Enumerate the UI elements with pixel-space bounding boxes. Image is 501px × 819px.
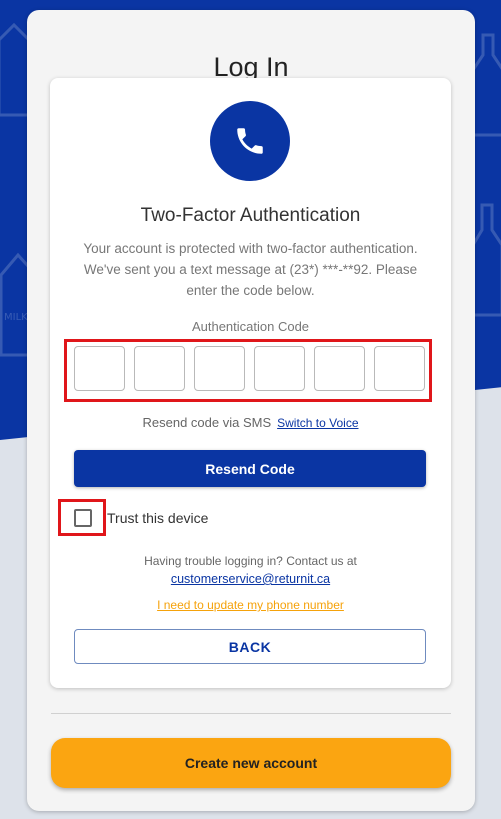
back-button[interactable]: BACK	[74, 629, 426, 664]
code-digit-input-5[interactable]	[314, 346, 365, 391]
resend-code-button[interactable]: Resend Code	[74, 450, 426, 487]
login-card: Log In Two-Factor Authentication Your ac…	[27, 10, 475, 811]
two-factor-title: Two-Factor Authentication	[140, 205, 361, 226]
code-digit-input-1[interactable]	[74, 346, 125, 391]
resend-text: Resend code via SMS	[142, 415, 272, 430]
code-digit-input-6[interactable]	[374, 346, 425, 391]
code-digit-input-3[interactable]	[194, 346, 245, 391]
two-factor-description: Your account is protected with two-facto…	[83, 241, 418, 298]
create-account-button[interactable]: Create new account	[51, 738, 451, 788]
two-factor-panel: Two-Factor Authentication Your account i…	[50, 78, 451, 688]
switch-to-voice-link[interactable]: Switch to Voice	[277, 416, 358, 430]
phone-icon	[210, 101, 290, 181]
trouble-text: Having trouble logging in? Contact us at	[144, 554, 357, 568]
divider	[51, 713, 451, 714]
resend-line: Resend code via SMS Switch to Voice	[50, 415, 451, 430]
authentication-code-label: Authentication Code	[191, 319, 310, 334]
support-email-link[interactable]: customerservice@returnit.ca	[50, 572, 451, 586]
code-digit-input-4[interactable]	[254, 346, 305, 391]
update-phone-link[interactable]: I need to update my phone number	[50, 598, 451, 612]
svg-text:MILK: MILK	[4, 312, 28, 323]
trust-device-label[interactable]: Trust this device	[107, 510, 208, 526]
trust-device-checkbox[interactable]	[74, 509, 92, 527]
code-digit-input-2[interactable]	[134, 346, 185, 391]
